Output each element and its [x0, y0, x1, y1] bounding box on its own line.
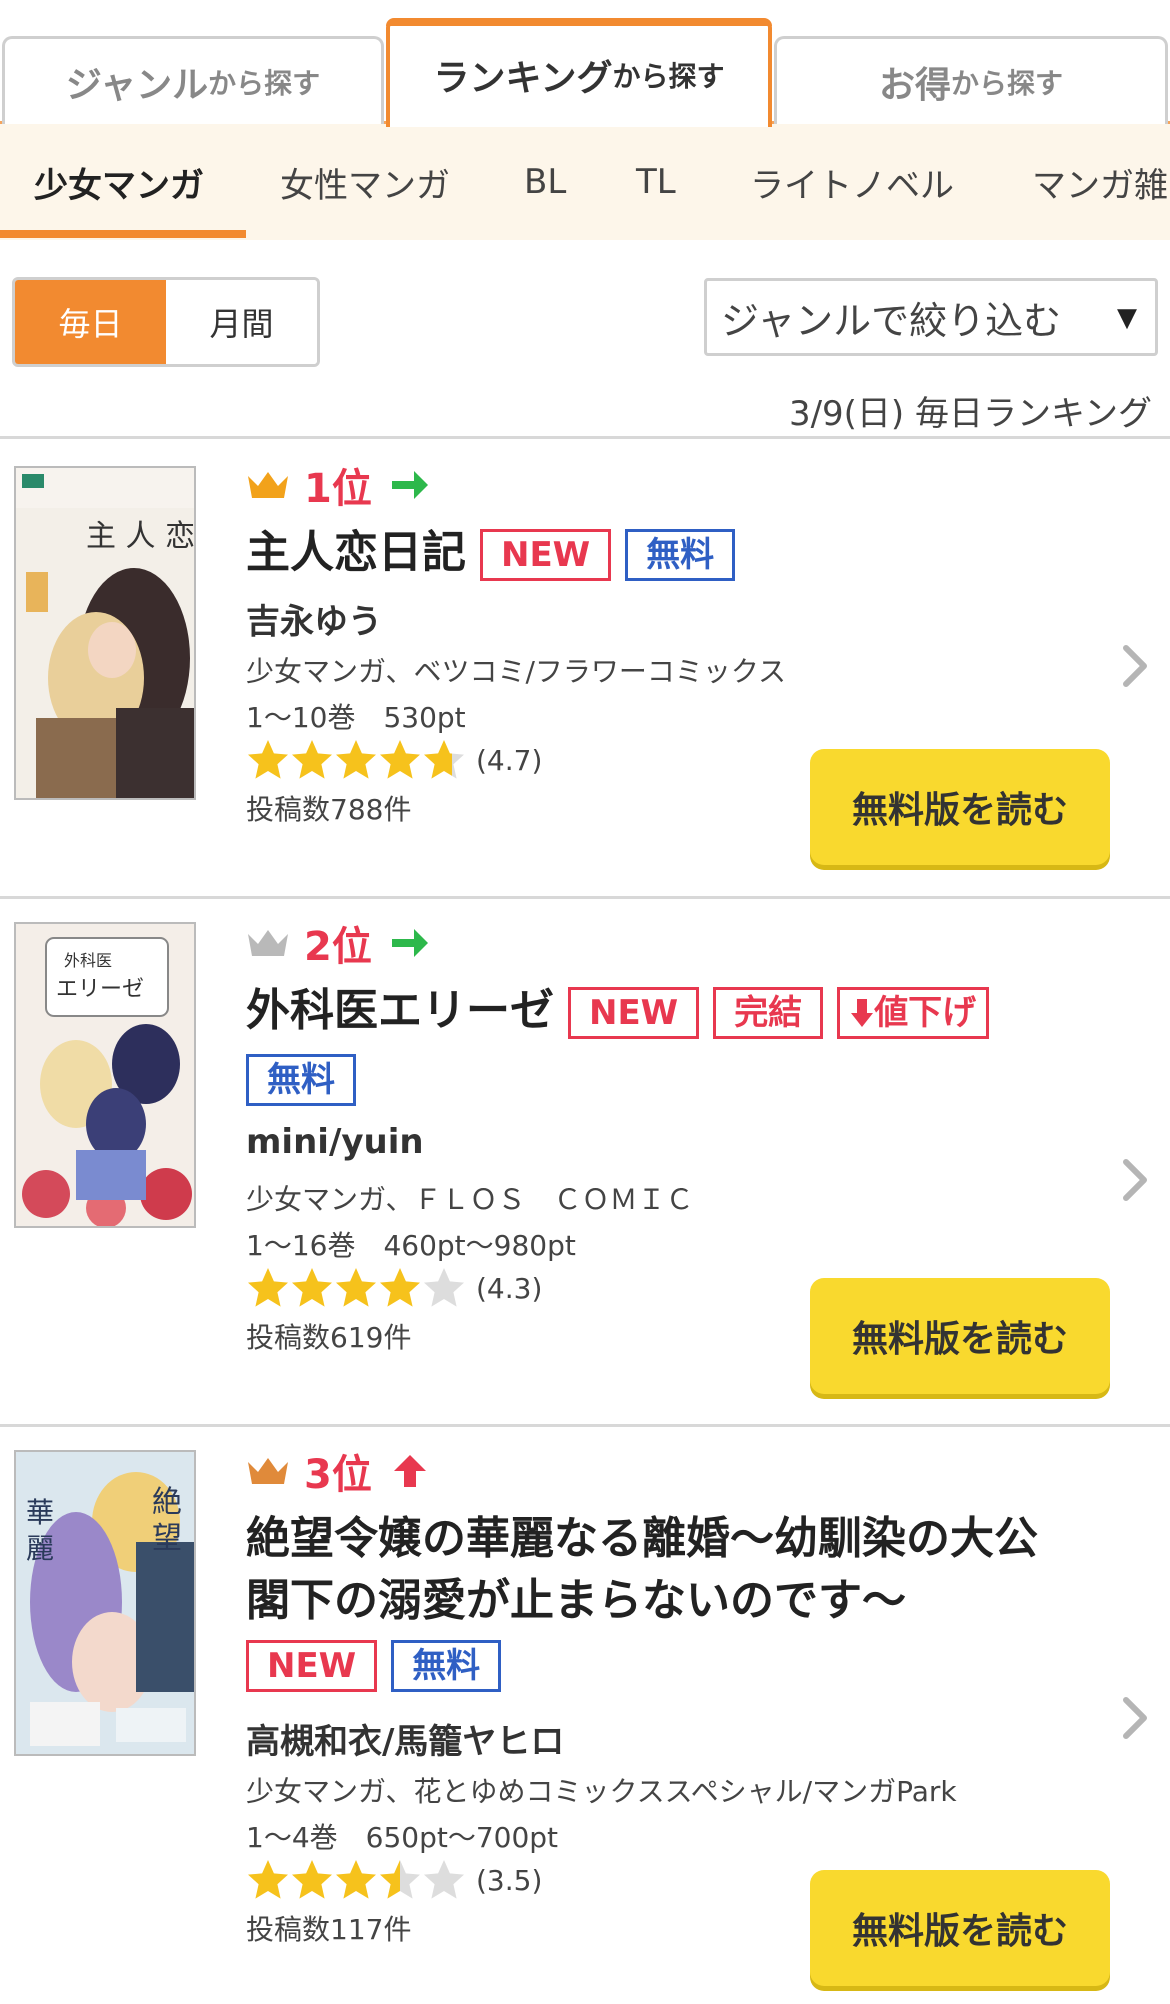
author-name[interactable]: mini/yuin — [246, 1122, 424, 1162]
genre-label: 少女マンガ、ＦＬＯＳ ＣＯＭＩＣ — [246, 1183, 694, 1216]
genre-tab-josei[interactable]: 女性マンガ — [280, 124, 450, 240]
svg-text:望: 望 — [152, 1521, 182, 1556]
tab-label-sub: から探す — [612, 59, 725, 93]
rank-number: 3位 — [304, 1452, 372, 1498]
chevron-right-icon[interactable] — [1120, 1158, 1150, 1202]
star-rating: (3.5) — [246, 1858, 542, 1902]
silver-crown-icon — [248, 930, 288, 956]
period-toggle: 毎日 月間 — [12, 277, 320, 367]
cover-image[interactable]: 絶 望 華 麗 — [14, 1450, 196, 1756]
tab-ranking-search[interactable]: ランキング から探す — [386, 18, 772, 127]
item-title: 主人恋日記 NEW 無料 — [246, 522, 736, 584]
ranking-item-1[interactable]: 主 人 恋 日 記 1位 主人恋日記 NEW無料 吉永ゆう 少女マンガ、ベツコミ/… — [0, 436, 1170, 896]
svg-text:絶: 絶 — [152, 1485, 182, 1520]
badge-row: NEW 無料 — [246, 1640, 502, 1692]
tab-label-sub: から探す — [208, 66, 321, 100]
item-title-text: 主人恋日記 — [246, 527, 466, 578]
svg-text:華: 華 — [26, 1496, 54, 1529]
tab-genre-search[interactable]: ジャンル から探す — [2, 36, 384, 124]
bronze-crown-icon — [248, 1458, 288, 1484]
rating-value: (4.7) — [476, 743, 543, 777]
item-title-text: 外科医エリーゼ — [246, 985, 554, 1036]
genre-tab-bl[interactable]: BL — [524, 124, 566, 240]
svg-text:麗: 麗 — [26, 1532, 54, 1565]
genre-tab-bar: 少女マンガ 女性マンガ BL TL ライトノベル マンガ雑 — [0, 124, 1170, 240]
chevron-right-icon[interactable] — [1120, 1696, 1150, 1740]
read-free-button[interactable]: 無料版を読む — [810, 749, 1110, 865]
genre-tab-shojo[interactable]: 少女マンガ — [34, 124, 204, 240]
dropdown-caret-icon: ▼ — [1117, 303, 1137, 333]
rank-number: 1位 — [304, 466, 372, 512]
svg-text:主 人 恋 日 記: 主 人 恋 日 記 — [86, 519, 196, 554]
rank-row: 3位 — [246, 1446, 430, 1498]
tab-label-sub: から探す — [951, 66, 1064, 100]
read-free-button[interactable]: 無料版を読む — [810, 1870, 1110, 1986]
tab-label-main: ジャンル — [65, 64, 209, 106]
svg-text:外科医: 外科医 — [64, 951, 112, 970]
new-badge: NEW — [246, 1640, 378, 1692]
rating-value: (4.3) — [476, 1271, 543, 1305]
genre-tab-tl[interactable]: TL — [636, 124, 676, 240]
review-count: 投稿数117件 — [246, 1913, 412, 1946]
free-badge: 無料 — [391, 1640, 502, 1692]
completed-badge: 完結 — [713, 987, 824, 1039]
period-monthly-button[interactable]: 月間 — [166, 280, 317, 364]
review-count: 投稿数619件 — [246, 1321, 412, 1354]
active-genre-indicator — [0, 230, 246, 238]
tab-deal-search[interactable]: お得 から探す — [774, 36, 1168, 124]
genre-filter-select[interactable]: ジャンルで絞り込む ▼ — [704, 278, 1158, 356]
rank-number: 2位 — [304, 924, 372, 970]
tab-label-main: ランキング — [433, 57, 613, 99]
genre-filter-label: ジャンルで絞り込む — [721, 298, 1062, 343]
price-down-label: 値下げ — [874, 993, 977, 1033]
free-badge: 無料 — [625, 529, 736, 581]
item-title-line-1: 絶望令嬢の華麗なる離婚〜幼馴染の大公 — [246, 1513, 1038, 1564]
cover-image[interactable]: 主 人 恋 日 記 — [14, 466, 196, 800]
chevron-right-icon[interactable] — [1120, 644, 1150, 688]
right-arrow-icon — [391, 471, 428, 499]
rank-row: 1位 — [246, 460, 430, 512]
volume-price: 1〜4巻 650pt〜700pt — [246, 1821, 559, 1854]
svg-text:エリーゼ: エリーゼ — [56, 977, 144, 1002]
ranking-item-3[interactable]: 絶 望 華 麗 3位 絶望令嬢の華麗なる離婚〜幼馴染の大公 閣下の溺愛が止まらな… — [0, 1424, 1170, 2004]
genre-tab-magazine[interactable]: マンガ雑 — [1032, 124, 1168, 240]
new-badge: NEW — [568, 987, 700, 1039]
item-title-line-2: 閣下の溺愛が止まらないのです〜 — [246, 1575, 906, 1626]
item-title: 外科医エリーゼ NEW 完結 値下げ — [246, 980, 1146, 1042]
free-badge: 無料 — [246, 1054, 356, 1106]
star-rating: (4.3) — [246, 1266, 542, 1310]
author-name[interactable]: 高槻和衣/馬籠ヤヒロ — [246, 1714, 564, 1763]
stars-icon — [248, 1268, 464, 1307]
star-rating: (4.7) — [246, 738, 542, 782]
up-arrow-icon — [393, 1455, 426, 1487]
stars-icon — [248, 740, 464, 779]
read-free-button[interactable]: 無料版を読む — [810, 1278, 1110, 1394]
rank-row: 2位 — [246, 918, 430, 970]
review-count: 投稿数788件 — [246, 793, 412, 826]
top-tab-bar: ジャンル から探す ランキング から探す お得 から探す — [0, 0, 1170, 127]
volume-price: 1〜16巻 460pt〜980pt — [246, 1229, 576, 1262]
stars-icon — [248, 1860, 464, 1899]
cover-image[interactable]: 外科医 エリーゼ — [14, 922, 196, 1228]
gold-crown-icon — [248, 472, 288, 498]
genre-label: 少女マンガ、ベツコミ/フラワーコミックス — [246, 655, 787, 688]
badge-row: 無料 — [246, 1054, 356, 1106]
genre-label: 少女マンガ、花とゆめコミックススペシャル/マンガPark — [246, 1775, 957, 1808]
ranking-date: 3/9(日) 毎日ランキング — [788, 394, 1152, 434]
genre-tab-light-novel[interactable]: ライトノベル — [750, 124, 954, 240]
rating-value: (3.5) — [476, 1863, 543, 1897]
period-daily-button[interactable]: 毎日 — [15, 280, 166, 364]
tab-label-main: お得 — [878, 64, 951, 106]
down-arrow-icon — [851, 999, 874, 1027]
right-arrow-icon — [391, 929, 428, 957]
volume-price: 1〜10巻 530pt — [246, 701, 466, 734]
new-badge: NEW — [480, 529, 612, 581]
ranking-item-2[interactable]: 外科医 エリーゼ 2位 外科医エリーゼ NEW 完結 値下げ 無料 mini/yuin… — [0, 896, 1170, 1424]
author-name[interactable]: 吉永ゆう — [246, 594, 382, 643]
price-down-badge: 値下げ — [837, 987, 990, 1039]
